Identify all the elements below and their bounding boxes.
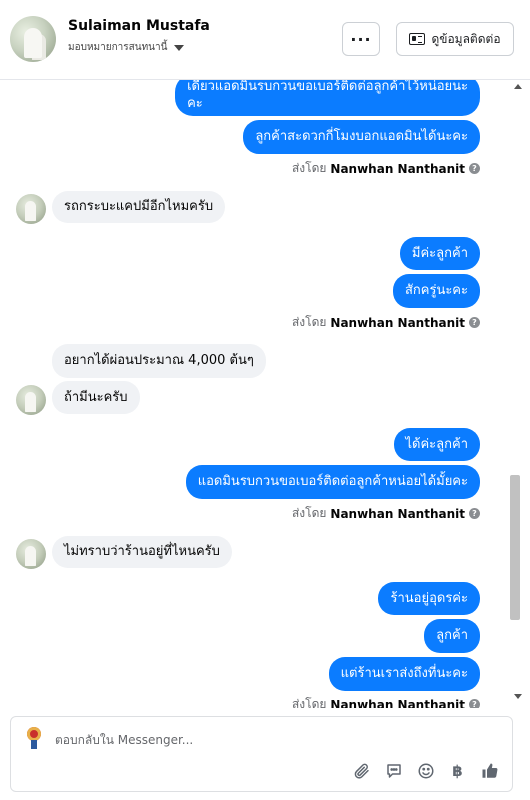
assign-conversation-dropdown[interactable]: มอบหมายการสนทนานี้	[68, 40, 185, 55]
message-text: เดี๋ยวแอดมินรบกวนขอเบอร์ติดต่อลูกค้าไว้ห…	[187, 80, 468, 94]
like-icon[interactable]	[479, 760, 500, 781]
incoming-message[interactable]: รถกระบะแคปมีอีกไหมครับ	[52, 191, 226, 223]
outgoing-message[interactable]: ร้านอยู่อุดรค่ะ	[378, 582, 480, 615]
contact-avatar[interactable]	[10, 16, 56, 62]
outgoing-message[interactable]: ลูกค้าสะดวกกี่โมงบอกแอดมินได้นะคะ	[243, 120, 480, 154]
quick-reply-icon[interactable]	[383, 760, 404, 781]
contact-name[interactable]: Sulaiman Mustafa	[68, 18, 210, 34]
message-thread: เดี๋ยวแอดมินรบกวนขอเบอร์ติดต่อลูกค้าไว้ห…	[0, 80, 508, 708]
sent-by-line: ส่งโดย Nanwhan Nanthanit ?	[292, 313, 480, 332]
outgoing-message[interactable]: ลูกค้า	[424, 619, 480, 653]
contact-avatar-small	[16, 385, 46, 415]
sender-name: Nanwhan Nanthanit	[330, 161, 465, 176]
incoming-message[interactable]: ถ้ามีนะครับ	[52, 381, 140, 414]
caret-down-icon	[174, 44, 185, 51]
help-icon[interactable]: ?	[469, 317, 480, 328]
help-icon[interactable]: ?	[469, 163, 480, 174]
sent-by-prefix: ส่งโดย	[291, 315, 327, 329]
assign-label: มอบหมายการสนทนานี้	[68, 42, 168, 53]
outgoing-message[interactable]: แต่ร้านเราส่งถึงที่นะคะ	[328, 657, 480, 691]
sender-name: Nanwhan Nanthanit	[330, 506, 465, 521]
incoming-message[interactable]: อยากได้ผ่อนประมาณ 4,000 ต้นๆ	[52, 344, 266, 378]
contact-avatar-small	[16, 539, 46, 569]
reply-composer: ฿	[10, 716, 513, 792]
incoming-message[interactable]: ไม่ทราบว่าร้านอยู่ที่ไหนครับ	[52, 536, 232, 568]
sent-by-prefix: ส่งโดย	[291, 161, 327, 175]
thread-scrollbar[interactable]	[508, 80, 530, 708]
help-icon[interactable]: ?	[469, 508, 480, 519]
outgoing-message[interactable]: สักครู่นะคะ	[392, 274, 480, 308]
contact-avatar-small	[16, 194, 46, 224]
sent-by-line: ส่งโดย Nanwhan Nanthanit ?	[292, 159, 480, 178]
message-text: คะ	[187, 96, 203, 111]
view-contact-info-button[interactable]: ดูข้อมูลติดต่อ	[396, 22, 514, 56]
page-avatar	[22, 726, 46, 750]
view-contact-info-label: ดูข้อมูลติดต่อ	[431, 31, 501, 46]
emoji-icon[interactable]	[415, 760, 436, 781]
outgoing-message[interactable]: เดี๋ยวแอดมินรบกวนขอเบอร์ติดต่อลูกค้าไว้ห…	[175, 80, 480, 116]
conversation-header: Sulaiman Mustafa มอบหมายการสนทนานี้ ··· …	[0, 0, 530, 80]
sent-by-prefix: ส่งโดย	[291, 697, 327, 708]
sender-name: Nanwhan Nanthanit	[330, 697, 465, 709]
reply-input[interactable]	[55, 730, 455, 750]
scrollbar-thumb[interactable]	[510, 475, 520, 620]
scroll-up-arrow-icon[interactable]	[514, 84, 522, 89]
outgoing-message[interactable]: แอดมินรบกวนขอเบอร์ติดต่อลูกค้าหน่อยได้มั…	[185, 465, 480, 499]
composer-toolbar: ฿	[351, 760, 500, 781]
outgoing-message[interactable]: ได้ค่ะลูกค้า	[393, 428, 480, 461]
outgoing-message[interactable]: มีค่ะลูกค้า	[399, 237, 480, 270]
sent-by-prefix: ส่งโดย	[291, 506, 327, 520]
sent-by-line: ส่งโดย Nanwhan Nanthanit ?	[292, 695, 480, 708]
more-options-button[interactable]: ···	[342, 22, 380, 56]
contact-card-icon	[409, 33, 426, 45]
sent-by-line: ส่งโดย Nanwhan Nanthanit ?	[292, 504, 480, 523]
sender-name: Nanwhan Nanthanit	[330, 315, 465, 330]
baht-icon[interactable]: ฿	[447, 760, 468, 781]
help-icon[interactable]: ?	[469, 699, 480, 708]
paperclip-icon[interactable]	[351, 760, 372, 781]
scroll-down-arrow-icon[interactable]	[514, 694, 522, 699]
